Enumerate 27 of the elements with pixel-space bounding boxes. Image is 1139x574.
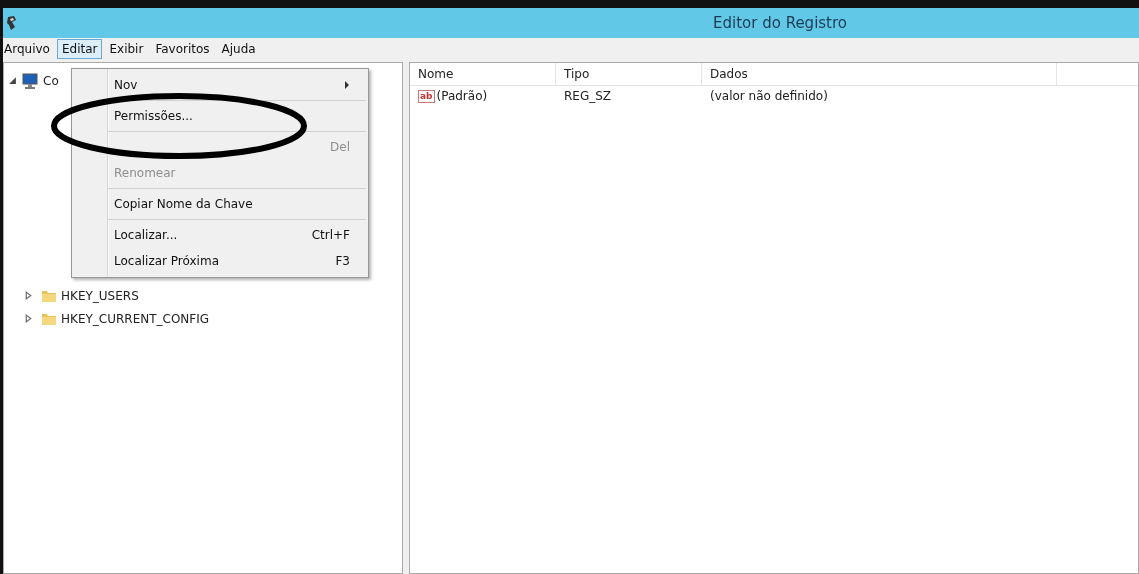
menu-item[interactable]: Localizar Próxima F3 <box>72 248 368 274</box>
menu-item[interactable]: Favoritos <box>150 39 215 59</box>
computer-icon <box>21 71 39 90</box>
column-header[interactable]: Dados <box>702 63 1057 85</box>
tree-item[interactable]: HKEY_USERS <box>61 288 139 303</box>
menu-item[interactable]: Nov <box>72 72 368 98</box>
column-header[interactable]: Nome <box>410 63 556 85</box>
table-cell-text: (valor não definido) <box>709 89 829 103</box>
string-value-icon: ab <box>418 89 435 103</box>
menu-item[interactable]: Editar <box>56 39 103 59</box>
menu-item[interactable]: Exibir <box>104 39 149 59</box>
tree-item[interactable]: Co <box>43 73 59 88</box>
column-header[interactable]: Tipo <box>556 63 702 85</box>
menu-item[interactable]: Arquivo <box>3 39 55 59</box>
menu-item[interactable]: Copiar Nome da Chave <box>72 191 368 217</box>
collapsed-arrow-icon[interactable] <box>24 291 33 300</box>
menu-item[interactable]: Ajuda <box>216 39 261 59</box>
menu-item[interactable]: Permissões... <box>72 103 368 129</box>
app-icon <box>5 15 19 31</box>
submenu-arrow-icon <box>344 81 350 89</box>
expanded-arrow-icon[interactable] <box>8 76 17 85</box>
table-cell: (Padrão) <box>436 89 488 103</box>
collapsed-arrow-icon[interactable] <box>24 314 33 323</box>
window-title: Editor do Registro <box>713 14 847 32</box>
menu-item[interactable]: Localizar... Ctrl+F <box>72 222 368 248</box>
tree-item[interactable]: HKEY_CURRENT_CONFIG <box>61 311 210 326</box>
table-cell-text: REG_SZ <box>563 89 613 103</box>
